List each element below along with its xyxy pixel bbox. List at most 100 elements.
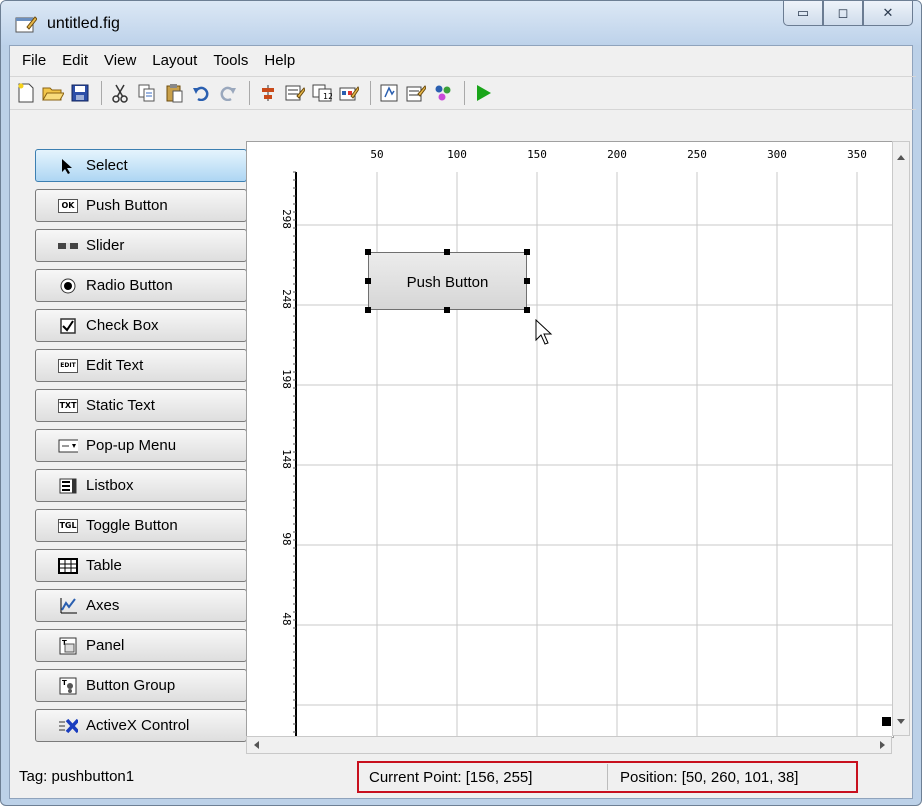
statictext-icon: TXT [58,398,78,413]
activex-icon [58,718,78,734]
palette-select-button[interactable]: Select [35,149,247,182]
point-position-highlight: Current Point: [156, 255] Position: [50,… [357,761,858,793]
palette-push-button-button[interactable]: OK Push Button [35,189,247,222]
palette-slider-button[interactable]: Slider [35,229,247,262]
close-button[interactable]: ✕ [863,1,913,26]
vertical-scrollbar[interactable] [892,141,910,736]
arrow-icon [58,158,78,174]
align-icon[interactable] [256,81,280,105]
ruler-top-label: 250 [687,148,707,161]
selection-handle[interactable] [524,307,530,313]
listbox-icon [58,478,78,494]
menu-view[interactable]: View [96,52,144,69]
edittext-icon: EDIT [58,358,78,373]
panel-icon: T [58,637,78,654]
toolbar-separator [464,81,465,105]
slider-icon [58,238,78,254]
palette-pop-up-menu-button[interactable]: Pop-up Menu [35,429,247,462]
palette-toggle-button-button[interactable]: TGL Toggle Button [35,509,247,542]
ruler-top-label: 300 [767,148,787,161]
selection-handle[interactable] [524,249,530,255]
resize-handle[interactable] [882,717,891,726]
menu-help[interactable]: Help [256,52,303,69]
selection-handle[interactable] [365,278,371,284]
palette-label: Check Box [86,317,159,334]
radio-icon [58,278,78,294]
palette-radio-button-button[interactable]: Radio Button [35,269,247,302]
guide-editor: FileEditViewLayoutToolsHelp 12 SelectOKP [9,45,916,799]
open-icon[interactable] [41,81,65,105]
object-browser-icon[interactable] [431,81,455,105]
toolbar: 12 [10,76,916,110]
undo-icon[interactable] [189,81,213,105]
palette-panel-button[interactable]: T Panel [35,629,247,662]
current-point-label: Current Point: [156, 255] [369,768,533,786]
palette-static-text-button[interactable]: TXT Static Text [35,389,247,422]
buttongroup-icon: T [58,677,78,694]
selection-handle[interactable] [444,249,450,255]
ruler-top-label: 150 [527,148,547,161]
menu-editor-icon[interactable] [283,81,307,105]
palette-label: Slider [86,237,125,254]
menu-tools[interactable]: Tools [205,52,256,69]
ruler-left-label: 98 [280,532,293,545]
minimize-button[interactable]: ▭ [783,1,823,26]
cut-icon[interactable] [108,81,132,105]
table-icon [58,557,78,574]
palette-table-button[interactable]: Table [35,549,247,582]
palette-label: Axes [86,597,120,614]
axes-icon [58,597,78,614]
menu-layout[interactable]: Layout [144,52,205,69]
toolbar-editor-icon[interactable] [337,81,361,105]
palette-activex-control-button[interactable]: ActiveX Control [35,709,247,742]
ruler-left-label: 198 [280,369,293,389]
checkbox-icon [58,317,78,334]
layout-area[interactable]: 50 100 150 200 250 300 350 298 248 198 148 98 48 [246,141,894,738]
ruler-left-label: 48 [280,612,293,625]
palette-listbox-button[interactable]: Listbox [35,469,247,502]
new-icon[interactable] [14,81,38,105]
figure-window: untitled.fig ▭ ◻ ✕ File Edit View Layout Too… [0,0,922,806]
palette-label: Select [86,157,128,174]
palette-label: Radio Button [86,277,173,294]
palette-label: Panel [86,637,125,654]
pushbutton-icon: OK [58,198,78,213]
ruler-left-label: 248 [280,289,293,309]
selection-handle[interactable] [524,278,530,284]
ruler-top-label: 50 [370,148,383,161]
mouse-cursor-icon [535,319,553,345]
ruler-top-label: 350 [847,148,867,161]
palette-label: ActiveX Control [86,717,190,734]
maximize-button[interactable]: ◻ [823,1,863,26]
selection-handle[interactable] [365,249,371,255]
palette-axes-button[interactable]: Axes [35,589,247,622]
redo-icon[interactable] [216,81,240,105]
menu-file[interactable]: File [14,52,54,69]
title-bar[interactable]: untitled.fig ▭ ◻ ✕ [1,1,921,45]
status-bar: Tag: pushbutton1 Current Point: [156, 25… [10,758,912,796]
ruler-top-label: 200 [607,148,627,161]
maximize-icon: ◻ [837,5,849,20]
ruler-left-label: 298 [280,209,293,229]
selection-handle[interactable] [365,307,371,313]
window-title: untitled.fig [47,15,120,32]
palette-label: Pop-up Menu [86,437,177,454]
menu-edit[interactable]: Edit [54,52,96,69]
save-icon[interactable] [68,81,92,105]
canvas-push-button[interactable]: Push Button [368,252,527,310]
selection-handle[interactable] [444,307,450,313]
tag-label: Tag: pushbutton1 [19,768,135,785]
palette-check-box-button[interactable]: Check Box [35,309,247,342]
palette-button-group-button[interactable]: T Button Group [35,669,247,702]
tab-order-icon[interactable]: 12 [310,81,334,105]
property-inspector-icon[interactable] [404,81,428,105]
mfile-editor-icon[interactable] [377,81,401,105]
popup-icon [58,438,78,454]
toolbar-separator [370,81,371,105]
palette-edit-text-button[interactable]: EDIT Edit Text [35,349,247,382]
copy-icon[interactable] [135,81,159,105]
ruler-left-label: 148 [280,449,293,469]
run-icon[interactable] [471,81,495,105]
horizontal-scrollbar[interactable] [246,736,892,754]
paste-icon[interactable] [162,81,186,105]
